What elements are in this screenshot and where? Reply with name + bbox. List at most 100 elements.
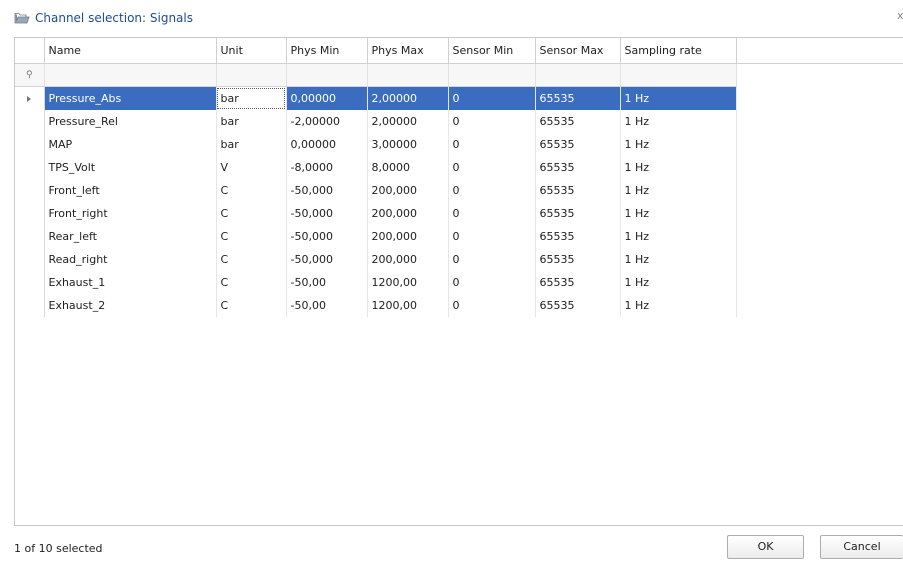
cell-unit[interactable]: C xyxy=(216,271,287,294)
cell-sampling-rate[interactable]: 1 Hz xyxy=(620,248,737,271)
cell-unit[interactable]: C xyxy=(216,248,287,271)
cell-sensor-max[interactable]: 65535 xyxy=(535,156,621,179)
cell-sensor-min[interactable]: 0 xyxy=(448,225,536,248)
cell-sensor-max[interactable]: 65535 xyxy=(535,202,621,225)
filter-cell-sensor-min[interactable] xyxy=(448,63,536,87)
cell-name[interactable]: Exhaust_1 xyxy=(44,271,217,294)
cell-sensor-min[interactable]: 0 xyxy=(448,294,536,317)
cell-sensor-min[interactable]: 0 xyxy=(448,156,536,179)
row-indicator[interactable] xyxy=(15,294,45,317)
filter-cell-phys-min[interactable] xyxy=(286,63,368,87)
close-button[interactable]: x xyxy=(897,9,903,22)
cell-sensor-min[interactable]: 0 xyxy=(448,133,536,156)
table-row[interactable]: Pressure_Abs bar 0,00000 2,00000 0 65535 1 Hz xyxy=(15,86,903,110)
cell-sensor-min[interactable]: 0 xyxy=(448,248,536,271)
table-row[interactable]: Front_left C -50,000 200,000 0 65535 1 Hz xyxy=(15,179,903,202)
cell-unit[interactable]: bar xyxy=(216,133,287,156)
cell-phys-min[interactable]: -50,000 xyxy=(286,225,368,248)
cell-sensor-max[interactable]: 65535 xyxy=(535,133,621,156)
cell-name[interactable]: Front_right xyxy=(44,202,217,225)
cell-sampling-rate[interactable]: 1 Hz xyxy=(620,179,737,202)
cell-phys-max[interactable]: 200,000 xyxy=(367,202,449,225)
cell-name[interactable]: TPS_Volt xyxy=(44,156,217,179)
cell-sampling-rate[interactable]: 1 Hz xyxy=(620,202,737,225)
row-indicator[interactable] xyxy=(15,225,45,248)
ok-button[interactable]: OK xyxy=(727,535,804,559)
row-indicator[interactable] xyxy=(15,86,45,110)
cell-phys-max[interactable]: 8,0000 xyxy=(367,156,449,179)
cell-sensor-max[interactable]: 65535 xyxy=(535,294,621,317)
cell-sampling-rate[interactable]: 1 Hz xyxy=(620,271,737,294)
cell-sampling-rate[interactable]: 1 Hz xyxy=(620,156,737,179)
filter-cell-sampling-rate[interactable] xyxy=(620,63,737,87)
col-header-phys-min[interactable]: Phys Min xyxy=(286,38,368,64)
row-indicator[interactable] xyxy=(15,133,45,156)
table-row[interactable]: Exhaust_1 C -50,00 1200,00 0 65535 1 Hz xyxy=(15,271,903,294)
table-row[interactable]: Front_right C -50,000 200,000 0 65535 1 Hz xyxy=(15,202,903,225)
row-indicator[interactable] xyxy=(15,156,45,179)
col-header-sampling-rate[interactable]: Sampling rate xyxy=(620,38,737,64)
cell-sampling-rate[interactable]: 1 Hz xyxy=(620,294,737,317)
col-header-phys-max[interactable]: Phys Max xyxy=(367,38,449,64)
cell-phys-min[interactable]: -50,000 xyxy=(286,179,368,202)
cell-sensor-max[interactable]: 65535 xyxy=(535,110,621,133)
cell-phys-max[interactable]: 200,000 xyxy=(367,225,449,248)
cell-sensor-min[interactable]: 0 xyxy=(448,110,536,133)
row-indicator[interactable] xyxy=(15,179,45,202)
cell-sampling-rate[interactable]: 1 Hz xyxy=(620,133,737,156)
cell-sensor-max[interactable]: 65535 xyxy=(535,179,621,202)
cell-unit[interactable]: C xyxy=(216,179,287,202)
filter-cell-phys-max[interactable] xyxy=(367,63,449,87)
cell-sensor-min[interactable]: 0 xyxy=(448,202,536,225)
cell-unit[interactable]: C xyxy=(216,225,287,248)
cell-sensor-max[interactable]: 65535 xyxy=(535,86,621,110)
table-row[interactable]: TPS_Volt V -8,0000 8,0000 0 65535 1 Hz xyxy=(15,156,903,179)
row-indicator[interactable] xyxy=(15,110,45,133)
table-row[interactable]: Rear_left C -50,000 200,000 0 65535 1 Hz xyxy=(15,225,903,248)
row-indicator[interactable] xyxy=(15,271,45,294)
table-row[interactable]: Read_right C -50,000 200,000 0 65535 1 Hz xyxy=(15,248,903,271)
cell-sensor-min[interactable]: 0 xyxy=(448,271,536,294)
cell-phys-max[interactable]: 200,000 xyxy=(367,248,449,271)
cell-sensor-min[interactable]: 0 xyxy=(448,179,536,202)
row-indicator[interactable] xyxy=(15,248,45,271)
row-indicator[interactable] xyxy=(15,202,45,225)
col-header-name[interactable]: Name xyxy=(44,38,217,64)
cell-phys-min[interactable]: -2,00000 xyxy=(286,110,368,133)
cell-phys-max[interactable]: 3,00000 xyxy=(367,133,449,156)
cell-sampling-rate[interactable]: 1 Hz xyxy=(620,110,737,133)
col-header-unit[interactable]: Unit xyxy=(216,38,287,64)
col-header-sensor-max[interactable]: Sensor Max xyxy=(535,38,621,64)
filter-row[interactable]: ⚲ xyxy=(15,63,903,87)
cell-name[interactable]: Rear_left xyxy=(44,225,217,248)
cell-phys-max[interactable]: 200,000 xyxy=(367,179,449,202)
cell-phys-max[interactable]: 1200,00 xyxy=(367,294,449,317)
cell-sensor-min[interactable]: 0 xyxy=(448,86,536,110)
table-row[interactable]: MAP bar 0,00000 3,00000 0 65535 1 Hz xyxy=(15,133,903,156)
cell-sampling-rate[interactable]: 1 Hz xyxy=(620,225,737,248)
cell-phys-min[interactable]: 0,00000 xyxy=(286,86,368,110)
cell-sensor-max[interactable]: 65535 xyxy=(535,225,621,248)
cancel-button[interactable]: Cancel xyxy=(820,535,903,559)
cell-name[interactable]: MAP xyxy=(44,133,217,156)
filter-cell-sensor-max[interactable] xyxy=(535,63,621,87)
cell-phys-max[interactable]: 2,00000 xyxy=(367,110,449,133)
cell-unit[interactable]: V xyxy=(216,156,287,179)
filter-cell-unit[interactable] xyxy=(216,63,287,87)
cell-phys-max[interactable]: 2,00000 xyxy=(367,86,449,110)
cell-phys-min[interactable]: 0,00000 xyxy=(286,133,368,156)
cell-name[interactable]: Pressure_Rel xyxy=(44,110,217,133)
filter-cell-name[interactable] xyxy=(44,63,217,87)
cell-name[interactable]: Read_right xyxy=(44,248,217,271)
cell-name[interactable]: Pressure_Abs xyxy=(44,86,217,110)
cell-name[interactable]: Exhaust_2 xyxy=(44,294,217,317)
cell-unit[interactable]: C xyxy=(216,294,287,317)
cell-sensor-max[interactable]: 65535 xyxy=(535,271,621,294)
table-row[interactable]: Pressure_Rel bar -2,00000 2,00000 0 65535 1 Hz xyxy=(15,110,903,133)
cell-unit[interactable]: bar xyxy=(216,86,287,110)
col-header-sensor-min[interactable]: Sensor Min xyxy=(448,38,536,64)
cell-phys-min[interactable]: -50,00 xyxy=(286,294,368,317)
cell-phys-min[interactable]: -50,000 xyxy=(286,202,368,225)
cell-phys-max[interactable]: 1200,00 xyxy=(367,271,449,294)
cell-unit[interactable]: bar xyxy=(216,110,287,133)
